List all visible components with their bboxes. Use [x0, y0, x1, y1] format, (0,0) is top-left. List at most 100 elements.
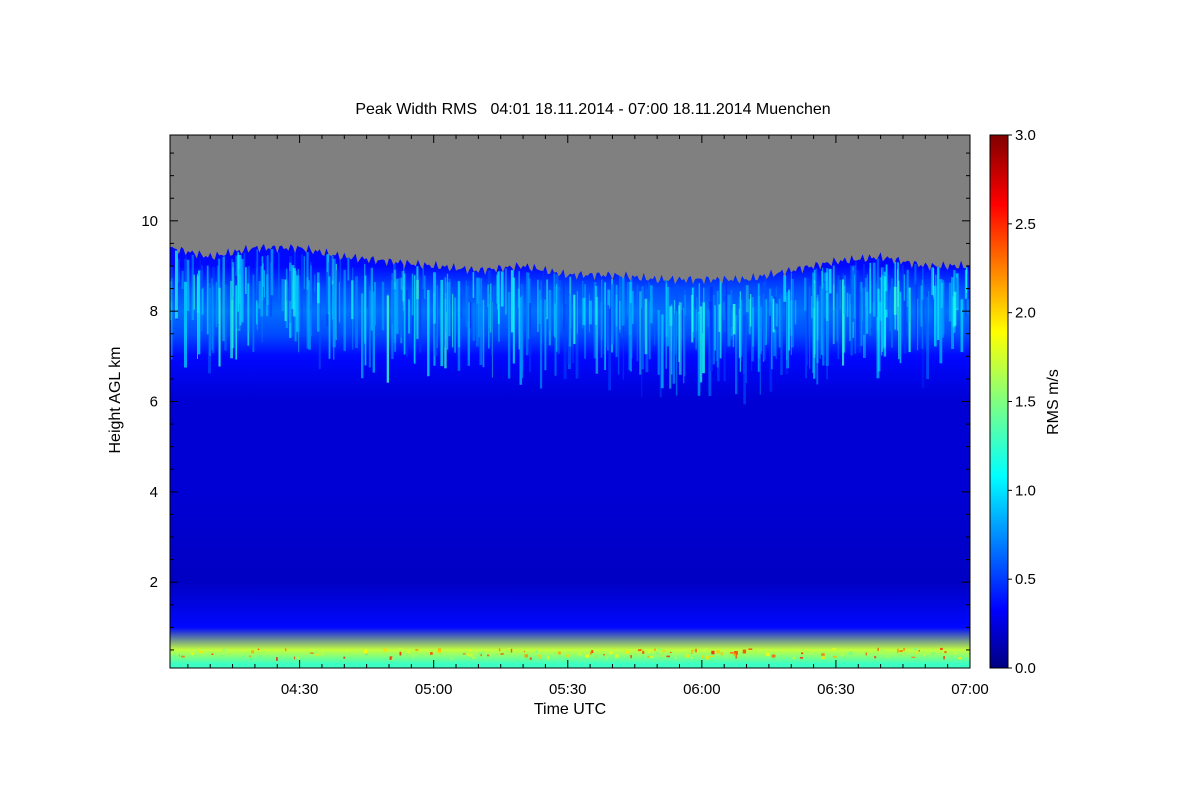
surface-speckle	[401, 653, 404, 655]
surface-speckle	[248, 655, 252, 658]
surface-speckle	[508, 647, 511, 649]
surface-speckle	[706, 655, 710, 660]
turbulence-streak	[201, 287, 204, 315]
turbulence-streak	[964, 269, 968, 299]
turbulence-streak	[898, 280, 900, 360]
turbulence-streak	[427, 290, 430, 377]
turbulence-streak	[609, 289, 611, 309]
turbulence-streak	[529, 303, 531, 372]
turbulence-streak	[953, 291, 957, 326]
x-tick-label: 04:30	[281, 681, 319, 698]
turbulence-streak	[261, 256, 264, 301]
surface-speckle	[537, 656, 541, 659]
surface-speckle	[506, 650, 510, 653]
x-tick-label: 07:00	[951, 681, 989, 698]
surface-speckle	[662, 650, 666, 652]
turbulence-streak	[457, 280, 461, 371]
x-tick-label: 05:00	[415, 681, 453, 698]
turbulence-streak	[762, 281, 766, 360]
turbulence-streak	[678, 302, 682, 375]
turbulence-streak	[921, 299, 925, 389]
colorbar-gradient	[989, 134, 1009, 669]
turbulence-streak	[369, 290, 371, 368]
turbulence-streak	[211, 278, 214, 351]
surface-speckle	[322, 651, 325, 653]
surface-speckle	[752, 649, 754, 651]
turbulence-streak	[278, 252, 280, 300]
turbulence-streak	[935, 274, 937, 326]
colorbar-tick-label: 2.0	[1015, 305, 1036, 322]
turbulence-streak	[433, 272, 436, 324]
surface-speckle	[293, 656, 296, 660]
surface-speckle	[533, 652, 537, 657]
turbulence-streak	[787, 289, 790, 351]
turbulence-streak	[617, 290, 620, 375]
surface-speckle	[468, 649, 472, 652]
colorbar-tick-label: 3.0	[1015, 127, 1036, 144]
surface-speckle	[406, 651, 410, 653]
surface-speckle	[383, 648, 387, 652]
surface-speckle	[276, 657, 278, 661]
turbulence-streak	[822, 282, 825, 366]
turbulence-streak	[297, 269, 299, 335]
turbulence-streak	[740, 300, 742, 361]
turbulence-streak	[657, 310, 660, 375]
turbulence-streak	[897, 269, 899, 331]
turbulence-streak	[416, 266, 419, 339]
surface-speckle	[321, 653, 323, 656]
turbulence-streak	[628, 281, 630, 371]
surface-speckle	[211, 653, 214, 655]
turbulence-streak	[718, 304, 721, 332]
turbulence-streak	[472, 302, 476, 341]
turbulence-streak	[231, 258, 233, 300]
x-tick-label: 06:30	[817, 681, 855, 698]
surface-speckle	[840, 653, 844, 656]
turbulence-streak	[644, 298, 648, 355]
surface-speckle	[364, 649, 368, 654]
plot-area	[170, 135, 970, 668]
turbulence-streak	[863, 263, 865, 335]
y-tick-label: 8	[150, 303, 158, 320]
turbulence-streak	[419, 276, 422, 353]
turbulence-streak	[778, 298, 781, 348]
turbulence-streak	[422, 266, 424, 290]
turbulence-streak	[745, 285, 749, 313]
turbulence-streak	[732, 304, 736, 335]
turbulence-streak	[932, 297, 934, 329]
colorbar-ticks: 0.0 0.5 1.0 1.5 2.0 2.5 3.0	[1008, 127, 1036, 677]
turbulence-streak	[423, 275, 426, 299]
turbulence-streak	[931, 267, 934, 296]
turbulence-streak	[336, 270, 339, 339]
turbulence-streak	[355, 276, 358, 348]
turbulence-streak	[391, 273, 394, 325]
turbulence-streak	[206, 265, 209, 335]
turbulence-streak	[306, 277, 309, 349]
chart-title: Peak Width RMS 04:01 18.11.2014 - 07:00 …	[355, 101, 830, 118]
turbulence-streak	[465, 285, 469, 322]
turbulence-streak	[666, 287, 670, 347]
turbulence-streak	[915, 280, 918, 350]
turbulence-streak	[542, 270, 544, 297]
turbulence-streak	[326, 272, 329, 327]
surface-speckle	[637, 649, 642, 652]
turbulence-streak	[783, 274, 787, 302]
surface-speckle	[896, 652, 899, 655]
surface-speckle	[190, 652, 194, 655]
surface-speckle	[171, 650, 174, 653]
turbulence-streak	[813, 280, 816, 358]
turbulence-streak	[940, 283, 943, 308]
turbulence-streak	[806, 278, 809, 366]
turbulence-streak	[281, 279, 285, 311]
turbulence-streak	[850, 277, 852, 304]
turbulence-streak	[170, 265, 173, 302]
turbulence-streak	[752, 307, 755, 347]
surface-speckle	[590, 651, 592, 655]
turbulence-streak	[554, 286, 557, 376]
turbulence-streak	[899, 291, 902, 364]
surface-speckle	[487, 654, 490, 657]
turbulence-streak	[568, 295, 572, 347]
surface-speckle	[284, 648, 287, 652]
turbulence-streak	[604, 282, 606, 370]
surface-speckle	[691, 650, 693, 654]
turbulence-streak	[314, 274, 316, 293]
